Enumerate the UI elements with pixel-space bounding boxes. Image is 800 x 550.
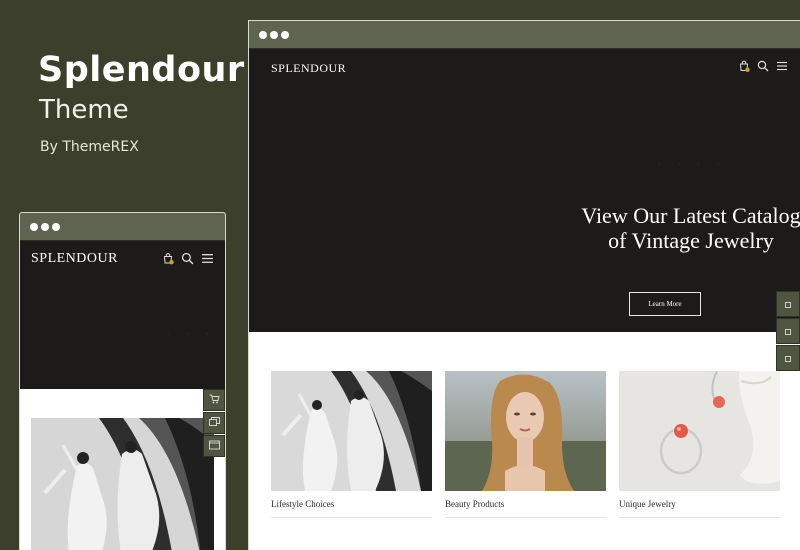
window-dots [30,223,60,231]
hero-headline-line2: of Vintage Jewelry [608,228,774,253]
side-tab-demos[interactable] [776,318,800,344]
faded-hero-text: · · · · [657,156,727,171]
window-dot [52,223,60,231]
side-tab-cart[interactable] [203,389,225,411]
site-logo[interactable]: SPLENDOUR [31,251,118,267]
jewelry-image[interactable] [619,371,780,491]
desktop-preview-window: SPLENDOUR · · · · View Our Latest Catalo… [248,20,800,550]
cart-icon[interactable] [738,60,750,72]
site-logo[interactable]: SPLENDOUR [271,61,346,76]
hero-headline-line1: View Our Latest Catalog [581,203,800,228]
hero-subtitle: Theme [39,95,129,125]
mobile-site-header: SPLENDOUR · · · [20,241,225,389]
side-tab-cart[interactable] [776,291,800,317]
product-caption[interactable]: Unique Jewelry [619,491,780,518]
folder-icon [208,437,220,455]
window-dot [270,31,278,39]
search-icon[interactable] [757,60,769,72]
menu-icon[interactable] [776,61,788,71]
product-card[interactable]: Beauty Products [445,371,606,518]
cart-icon[interactable] [162,252,174,265]
layers-icon [208,414,220,432]
hero-byline: By ThemeREX [40,139,139,155]
product-caption[interactable]: Beauty Products [445,491,606,518]
window-dot [259,31,267,39]
window-dot [281,31,289,39]
desktop-side-tabs [776,291,800,371]
mobile-side-tabs [203,389,225,457]
learn-more-button[interactable]: Learn More [629,292,701,316]
search-icon[interactable] [181,252,194,265]
window-titlebar [249,21,800,49]
lifestyle-image[interactable] [271,371,432,491]
window-titlebar [20,213,225,241]
side-tab-docs[interactable] [203,435,225,457]
small-square-icon [785,295,791,313]
menu-icon[interactable] [201,253,214,264]
header-icons [738,60,788,72]
small-square-icon [785,322,791,340]
hero-headline: View Our Latest Catalog of Vintage Jewel… [541,203,800,253]
side-tab-docs[interactable] [776,345,800,371]
cart-icon [209,391,220,409]
product-card[interactable]: Unique Jewelry [619,371,780,518]
mobile-preview-window: SPLENDOUR · · · [19,212,226,550]
beauty-image[interactable] [445,371,606,491]
hero-title: Splendour [38,50,245,90]
header-icons [162,252,214,265]
faded-hero-text: · · · [166,326,216,341]
small-square-icon [785,349,791,367]
window-dot [41,223,49,231]
side-tab-demos[interactable] [203,412,225,434]
product-cards: Lifestyle Choices Beauty Products Unique… [271,371,780,518]
product-caption[interactable]: Lifestyle Choices [271,491,432,518]
lifestyle-image[interactable] [31,418,214,550]
site-hero-header: SPLENDOUR · · · · View Our Latest Catalo… [249,49,800,332]
product-card[interactable]: Lifestyle Choices [271,371,432,518]
window-dot [30,223,38,231]
window-dots [259,31,289,39]
